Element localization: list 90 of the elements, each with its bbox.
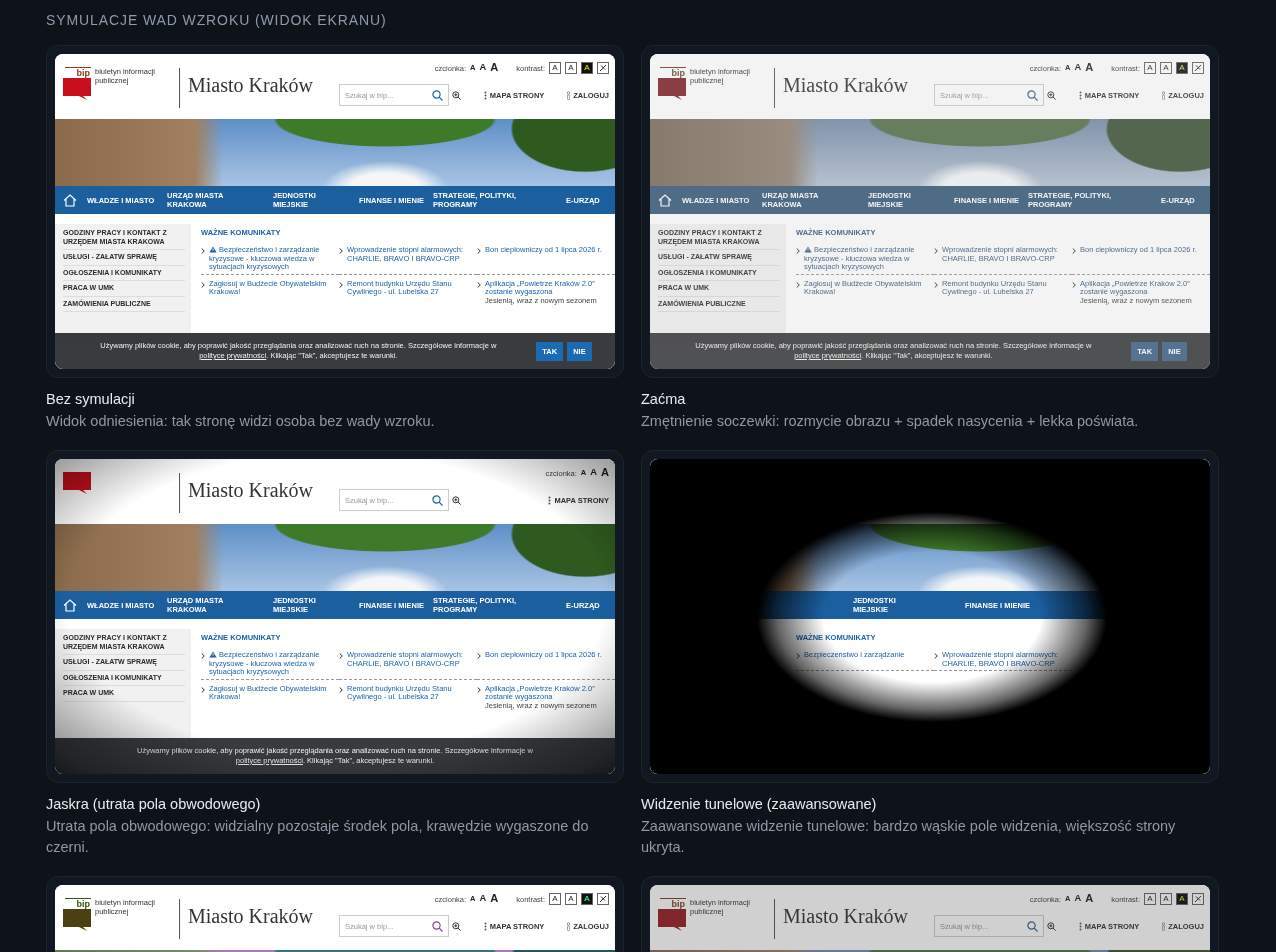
dots-icon [548, 495, 552, 505]
chevron-right-icon [796, 248, 800, 254]
chevron-right-icon [934, 281, 938, 288]
zoom-in-icon [1047, 921, 1056, 931]
person-icon [567, 921, 571, 931]
chevron-right-icon [1072, 248, 1076, 254]
font-size-button[interactable]: A [1085, 893, 1094, 905]
site-title: Miasto Kraków [188, 479, 313, 502]
font-size-button[interactable]: A [490, 893, 499, 905]
accessibility-icon [597, 893, 609, 905]
font-size-button[interactable]: A [479, 63, 487, 73]
search-icon [432, 920, 443, 932]
contrast-button[interactable]: A [565, 893, 577, 905]
contrast-button[interactable]: A [549, 62, 561, 74]
dots-icon [1078, 90, 1082, 100]
contrast-button[interactable]: A [1160, 893, 1172, 905]
contrast-button[interactable]: A [1176, 893, 1188, 905]
dots-icon [483, 921, 487, 931]
logo-flag-icon [63, 909, 91, 931]
warning-icon [209, 246, 217, 253]
chevron-right-icon [934, 248, 938, 254]
zoom-in-icon [452, 90, 461, 100]
logo-flag-icon [63, 78, 91, 100]
contrast-button[interactable]: A [1144, 62, 1156, 74]
font-size-button[interactable]: A [1074, 63, 1082, 73]
person-icon [567, 90, 571, 100]
contrast-button[interactable]: A [581, 62, 593, 74]
font-size-button[interactable]: A [1074, 894, 1082, 904]
chevron-right-icon [339, 281, 343, 288]
chevron-right-icon [201, 686, 205, 693]
chevron-right-icon [201, 653, 205, 659]
chevron-right-icon [339, 248, 343, 254]
font-size-button[interactable]: A [590, 468, 597, 478]
contrast-button[interactable]: A [1176, 62, 1188, 74]
warning-icon [804, 246, 812, 253]
simulation-title: Jaskra (utrata pola obwodowego) [46, 795, 262, 814]
contrast-button[interactable]: A [565, 62, 577, 74]
zoom-in-icon [452, 495, 461, 505]
logo-flag-icon [658, 78, 686, 100]
contrast-button[interactable]: A [581, 893, 593, 905]
chevron-right-icon [339, 686, 343, 693]
logo-flag-icon [63, 472, 91, 494]
simulation-description: Widok odniesienia: tak stronę widzi osoba bez wady wzroku. [46, 412, 436, 431]
site-title: Miasto Kraków [188, 74, 313, 97]
contrast-button[interactable]: A [1160, 62, 1172, 74]
chevron-right-icon [934, 653, 938, 659]
font-size-button[interactable]: A [479, 894, 487, 904]
simulation-description: Zaawansowane widzenie tunelowe: bardzo wąskie pole widzenia, większość strony ukryta. [641, 817, 1177, 857]
simulation-title: Zaćma [641, 390, 687, 409]
search-icon [432, 494, 443, 506]
chevron-right-icon [201, 248, 205, 254]
warning-icon [209, 651, 217, 658]
chevron-right-icon [796, 653, 800, 659]
person-icon [1162, 90, 1166, 100]
home-icon [63, 598, 77, 612]
search-icon [1027, 920, 1038, 932]
logo-flag-icon [658, 909, 686, 931]
search-icon [1027, 89, 1038, 101]
accessibility-icon [597, 62, 609, 74]
chevron-right-icon [201, 281, 205, 288]
accessibility-icon [1192, 893, 1204, 905]
font-size-button[interactable]: A [490, 62, 499, 74]
home-icon [63, 193, 77, 207]
dots-icon [483, 90, 487, 100]
dots-icon [1078, 921, 1082, 931]
chevron-right-icon [477, 248, 481, 254]
font-size-button[interactable]: A [1085, 62, 1094, 74]
accessibility-icon [1192, 62, 1204, 74]
simulation-description: Zmętnienie soczewki: rozmycie obrazu + spadek nasycenia + lekka poświata. [641, 412, 1140, 431]
zoom-in-icon [1047, 90, 1056, 100]
chevron-right-icon [477, 281, 481, 288]
chevron-right-icon [1072, 281, 1076, 288]
simulation-description: Utrata pola obwodowego: widzialny pozostaje środek pola, krawędzie wygaszone do czerni. [46, 817, 590, 857]
site-title: Miasto Kraków [783, 905, 908, 928]
chevron-right-icon [477, 653, 481, 659]
contrast-button[interactable]: A [1144, 893, 1156, 905]
chevron-right-icon [339, 653, 343, 659]
home-icon [658, 193, 672, 207]
simulation-title: Bez symulacji [46, 390, 136, 409]
page-heading: SYMULACJE WAD WZROKU (WIDOK EKRANU) [46, 11, 388, 29]
site-title: Miasto Kraków [783, 74, 908, 97]
person-icon [1162, 921, 1166, 931]
contrast-button[interactable]: A [549, 893, 561, 905]
search-icon [432, 89, 443, 101]
chevron-right-icon [477, 686, 481, 693]
chevron-right-icon [796, 281, 800, 288]
font-size-button[interactable]: A [601, 467, 609, 479]
site-title: Miasto Kraków [188, 905, 313, 928]
zoom-in-icon [452, 921, 461, 931]
simulation-title: Widzenie tunelowe (zaawansowane) [641, 795, 878, 814]
